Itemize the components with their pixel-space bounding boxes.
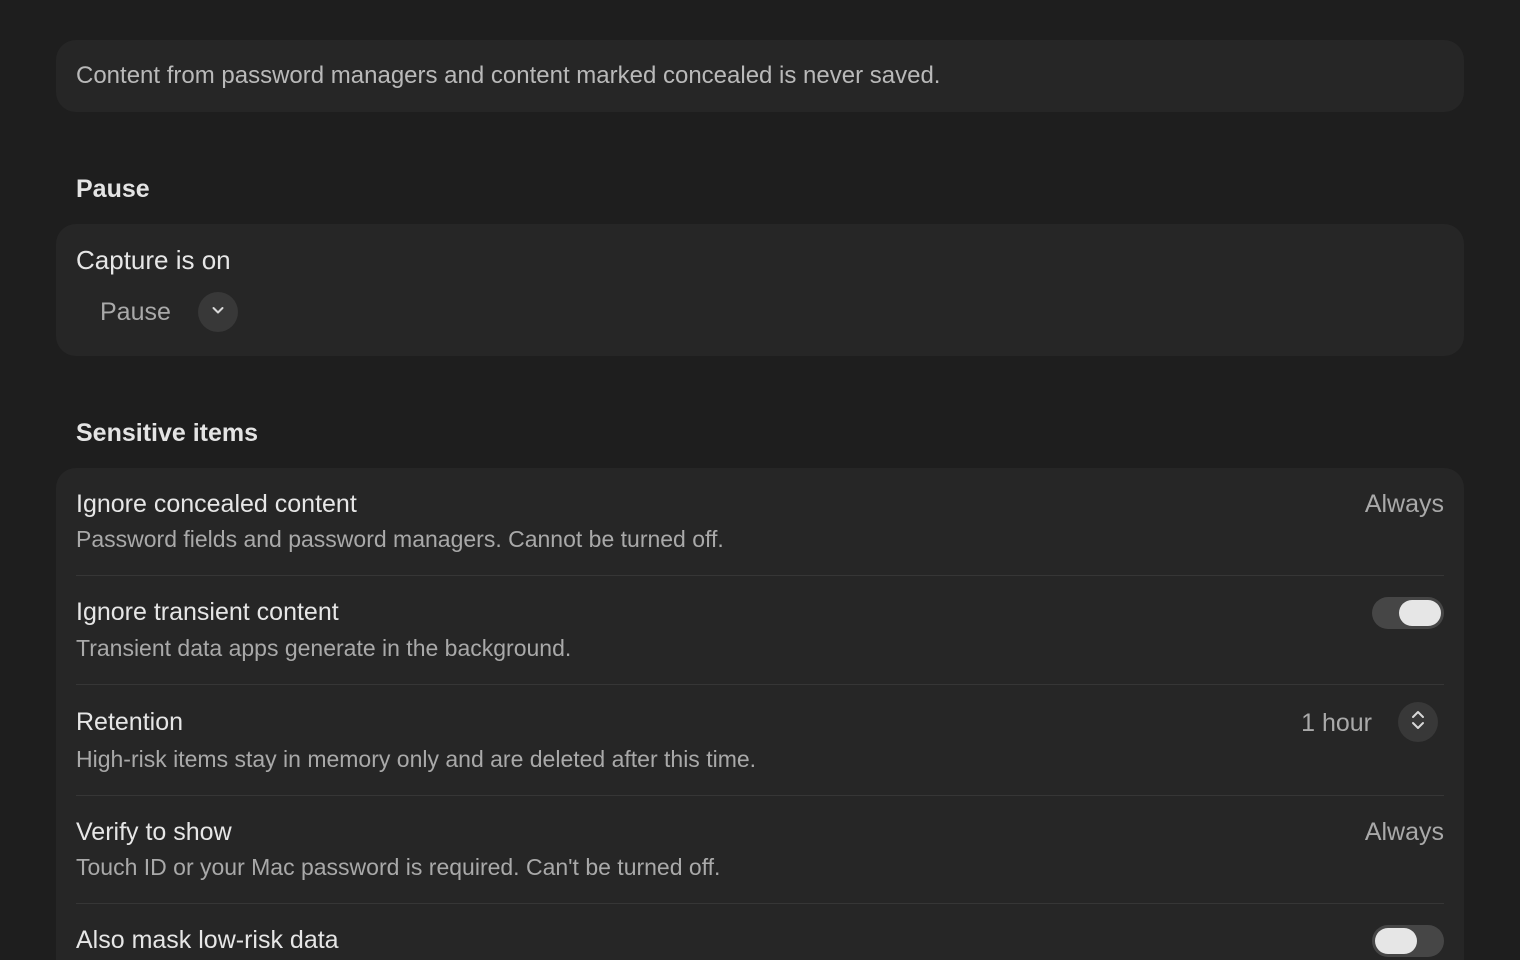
ignore-transient-toggle[interactable] (1372, 597, 1444, 629)
privacy-notice-text: Content from password managers and conte… (76, 62, 941, 89)
capture-status-label: Capture is on (76, 245, 231, 275)
retention-description: High-risk items stay in memory only and … (76, 746, 757, 772)
verify-to-show-description: Touch ID or your Mac password is require… (76, 854, 721, 880)
toggle-knob (1375, 928, 1417, 954)
sensitive-items-section-title: Sensitive items (76, 419, 259, 447)
retention-row: Retention High-risk items stay in memory… (76, 685, 1444, 795)
ignore-concealed-row: Ignore concealed content Password fields… (76, 468, 1444, 575)
mask-low-risk-toggle[interactable] (1372, 925, 1444, 957)
sensitive-items-card: Ignore concealed content Password fields… (56, 468, 1464, 960)
mask-low-risk-row: Also mask low-risk data (76, 904, 1444, 960)
retention-value[interactable]: 1 hour (1301, 708, 1372, 738)
ignore-transient-description: Transient data apps generate in the back… (76, 635, 572, 661)
retention-title: Retention (76, 708, 184, 736)
up-down-chevron-icon (1409, 709, 1427, 736)
pause-section-title: Pause (76, 175, 150, 203)
pause-dropdown[interactable]: Pause (100, 292, 171, 332)
ignore-transient-title: Ignore transient content (76, 598, 339, 626)
retention-stepper-button[interactable] (1398, 702, 1438, 742)
settings-page: Content from password managers and conte… (0, 0, 1520, 960)
privacy-notice-card: Content from password managers and conte… (56, 40, 1464, 112)
toggle-knob (1399, 600, 1441, 626)
verify-to-show-value: Always (1364, 818, 1444, 846)
ignore-transient-row: Ignore transient content Transient data … (76, 576, 1444, 684)
chevron-down-icon (210, 302, 226, 323)
pause-dropdown-button[interactable] (198, 292, 238, 332)
verify-to-show-row: Verify to show Touch ID or your Mac pass… (76, 796, 1444, 903)
ignore-concealed-title: Ignore concealed content (76, 490, 357, 518)
verify-to-show-title: Verify to show (76, 818, 232, 846)
pause-card: Capture is on Pause (56, 224, 1464, 356)
ignore-concealed-description: Password fields and password managers. C… (76, 526, 724, 552)
pause-dropdown-label: Pause (100, 298, 171, 326)
ignore-concealed-value: Always (1364, 490, 1444, 518)
mask-low-risk-title: Also mask low-risk data (76, 926, 339, 954)
